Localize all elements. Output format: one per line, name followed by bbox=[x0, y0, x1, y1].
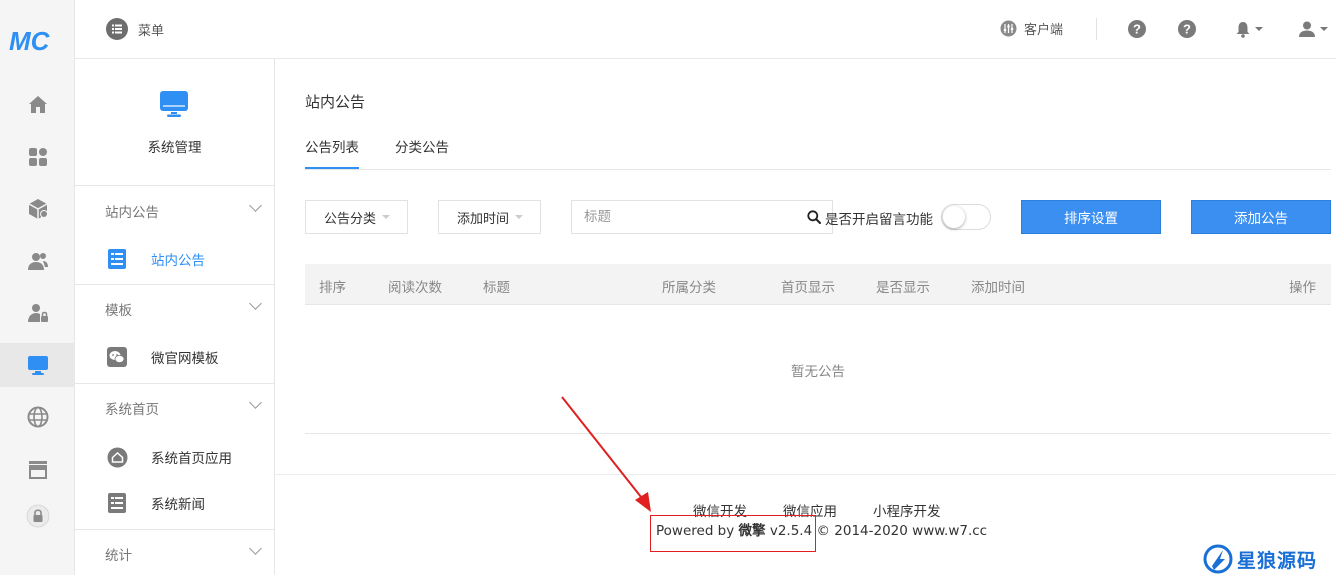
news-icon bbox=[106, 492, 128, 514]
column-header[interactable]: 是否显示 bbox=[876, 276, 930, 296]
chevron-down-icon bbox=[1255, 27, 1263, 31]
sidebar-item-label: 系统首页应用 bbox=[151, 451, 232, 467]
chevron-down-icon bbox=[515, 215, 524, 219]
search-input[interactable] bbox=[572, 201, 792, 233]
category-filter-dropdown[interactable]: 公告分类 bbox=[305, 200, 408, 234]
wolf-logo-icon bbox=[1203, 544, 1233, 574]
chevron-down-icon bbox=[249, 199, 262, 212]
table-empty-state: 暂无公告 bbox=[305, 305, 1331, 434]
sidebar-item-label: 微官网模板 bbox=[151, 351, 219, 367]
group-label: 模板 bbox=[105, 303, 132, 319]
sidebar-title: 系统管理 bbox=[147, 140, 202, 156]
notifications-dropdown[interactable] bbox=[1235, 19, 1269, 39]
column-header[interactable]: 阅读次数 bbox=[388, 276, 442, 296]
sidebar-item-system-news[interactable]: 系统新闻 bbox=[75, 480, 274, 526]
table-header: 排序 阅读次数 标题 所属分类 首页显示 是否显示 添加时间 操作 bbox=[305, 264, 1331, 305]
watermark-text: 星狼源码 bbox=[1237, 549, 1318, 572]
sidebar-item-microsite-templates[interactable]: 微官网模板 bbox=[75, 334, 274, 380]
chevron-down-icon bbox=[382, 215, 391, 219]
sidebar-item-label: 站内公告 bbox=[151, 253, 205, 269]
time-filter-dropdown[interactable]: 添加时间 bbox=[438, 200, 541, 234]
icon-rail: MC bbox=[0, 0, 75, 575]
watermark: 星狼源码 bbox=[1203, 544, 1317, 574]
sidebar: 系统管理 站内公告 站内公告 模板 微官网模板 系统首页 系统首页应用 系统新闻 bbox=[75, 59, 275, 575]
toggle-knob bbox=[943, 206, 965, 228]
chevron-down-icon bbox=[249, 297, 262, 310]
menu-button[interactable]: 菜单 bbox=[106, 18, 164, 40]
monitor-icon[interactable] bbox=[0, 343, 75, 387]
chevron-down-icon bbox=[249, 542, 262, 555]
search-box bbox=[571, 200, 833, 234]
help-icon[interactable]: ? bbox=[1127, 19, 1147, 39]
user-lock-icon[interactable] bbox=[0, 291, 75, 335]
home-icon[interactable] bbox=[0, 83, 75, 127]
svg-text:?: ? bbox=[1133, 22, 1141, 37]
list-icon bbox=[106, 18, 128, 40]
cube-icon[interactable] bbox=[0, 187, 75, 231]
help-icon[interactable]: ? bbox=[1177, 19, 1197, 39]
sidebar-header: 系统管理 bbox=[75, 59, 274, 186]
sidebar-group-homepage[interactable]: 系统首页 bbox=[75, 383, 274, 427]
group-label: 统计 bbox=[105, 548, 132, 564]
sidebar-group-announcements[interactable]: 站内公告 bbox=[75, 187, 274, 231]
client-label: 客户端 bbox=[1024, 23, 1064, 38]
client-button[interactable]: 客户端 bbox=[1000, 19, 1063, 38]
footer-divider bbox=[275, 474, 1336, 475]
annotation-highlight-box bbox=[650, 515, 816, 552]
sidebar-item-label: 系统新闻 bbox=[151, 497, 205, 513]
column-header[interactable]: 排序 bbox=[319, 276, 346, 296]
top-bar: 菜单 客户端 ? ? bbox=[75, 0, 1336, 59]
home-circle-icon bbox=[106, 446, 128, 468]
column-header[interactable]: 首页显示 bbox=[781, 276, 835, 296]
comment-toggle-label: 是否开启留言功能 bbox=[825, 212, 933, 228]
column-header[interactable]: 操作 bbox=[1289, 276, 1316, 296]
search-icon[interactable] bbox=[807, 210, 821, 224]
monitor-icon bbox=[160, 91, 188, 117]
apps-icon[interactable] bbox=[0, 135, 75, 179]
users-icon[interactable] bbox=[0, 239, 75, 283]
dropdown-label: 添加时间 bbox=[457, 211, 510, 227]
divider bbox=[1096, 18, 1097, 40]
bell-icon bbox=[1236, 21, 1250, 38]
copyright-text: © 2014-2020 www.w7.cc bbox=[816, 523, 988, 539]
list-icon bbox=[106, 248, 128, 270]
sidebar-group-statistics[interactable]: 统计 bbox=[75, 529, 274, 573]
svg-text:?: ? bbox=[1183, 22, 1191, 37]
page-title: 站内公告 bbox=[305, 93, 366, 111]
sidebar-item-announcements[interactable]: 站内公告 bbox=[75, 236, 274, 282]
group-label: 站内公告 bbox=[105, 205, 159, 221]
lock-icon[interactable] bbox=[0, 494, 75, 538]
group-label: 系统首页 bbox=[105, 402, 159, 418]
tab-announcement-list[interactable]: 公告列表 bbox=[305, 136, 359, 169]
sliders-icon bbox=[1000, 20, 1017, 37]
column-header[interactable]: 添加时间 bbox=[971, 276, 1025, 296]
column-header[interactable]: 标题 bbox=[483, 276, 510, 296]
comment-toggle[interactable] bbox=[941, 204, 991, 230]
sidebar-group-templates[interactable]: 模板 bbox=[75, 284, 274, 328]
user-dropdown[interactable] bbox=[1298, 19, 1334, 39]
column-header[interactable]: 所属分类 bbox=[662, 276, 716, 296]
tab-bar: 公告列表 分类公告 bbox=[305, 126, 1331, 170]
tab-announcement-categories[interactable]: 分类公告 bbox=[395, 136, 449, 156]
menu-label: 菜单 bbox=[138, 23, 165, 39]
logo[interactable]: MC bbox=[9, 26, 61, 56]
store-icon[interactable] bbox=[0, 447, 75, 491]
svg-text:MC: MC bbox=[9, 26, 51, 54]
globe-icon[interactable] bbox=[0, 395, 75, 439]
wechat-icon bbox=[106, 346, 128, 368]
annotation-arrow bbox=[561, 396, 651, 512]
dropdown-label: 公告分类 bbox=[324, 211, 377, 227]
sort-settings-button[interactable]: 排序设置 bbox=[1021, 200, 1161, 234]
empty-text: 暂无公告 bbox=[791, 364, 845, 380]
footer-link-miniprogram-dev[interactable]: 小程序开发 bbox=[873, 500, 941, 520]
sidebar-item-homepage-apps[interactable]: 系统首页应用 bbox=[75, 434, 274, 480]
user-icon bbox=[1299, 21, 1315, 37]
add-announcement-button[interactable]: 添加公告 bbox=[1191, 200, 1331, 234]
chevron-down-icon bbox=[249, 396, 262, 409]
chevron-down-icon bbox=[1320, 27, 1328, 31]
